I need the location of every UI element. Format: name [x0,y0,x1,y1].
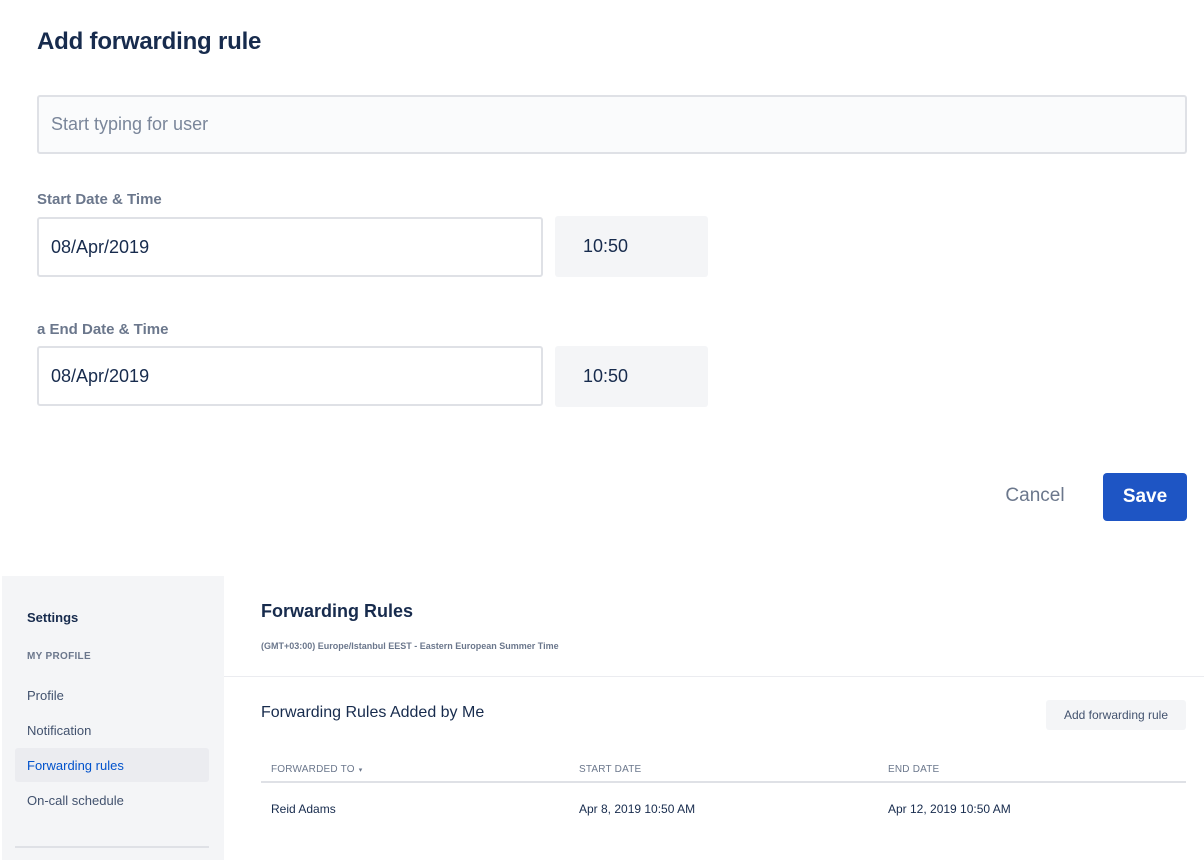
column-header-forwarded-to[interactable]: FORWARDED TO ▾ [271,764,362,775]
sidebar-item-profile[interactable]: Profile [15,678,209,712]
sidebar-item-label: On-call schedule [27,792,124,808]
sidebar-item-notification[interactable]: Notification [15,713,209,747]
end-time-field[interactable]: 10:50 [555,346,708,407]
start-date-input[interactable] [37,217,543,277]
user-search-input[interactable] [37,95,1187,154]
cell-start-date: Apr 8, 2019 10:50 AM [579,802,696,816]
section-title: Forwarding Rules Added by Me [261,704,485,721]
sort-caret-down-icon: ▾ [358,766,363,774]
end-date-input[interactable] [37,346,543,406]
column-header-end-date: END DATE [888,764,940,775]
sidebar-item-on-call-schedule[interactable]: On-call schedule [15,783,209,817]
add-forwarding-rule-button[interactable]: Add forwarding rule [1046,700,1186,730]
timezone-label: (GMT+03:00) Europe/Istanbul EEST - Easte… [261,641,559,651]
start-date-time-label: Start Date & Time [37,191,162,208]
settings-sidebar: Settings MY PROFILE Profile Notification… [2,576,224,860]
page-title: Forwarding Rules [261,601,414,621]
column-header-label: FORWARDED TO [271,764,355,775]
save-button[interactable]: Save [1103,473,1187,521]
cell-end-date: Apr 12, 2019 10:50 AM [888,802,1011,816]
sidebar-heading: Settings [27,610,79,625]
start-time-field[interactable]: 10:50 [555,216,708,277]
table-header-divider [261,781,1186,783]
dialog-title: Add forwarding rule [37,28,262,55]
cancel-button[interactable]: Cancel [990,473,1080,519]
column-header-start-date: START DATE [579,764,642,775]
sidebar-item-label: Notification [27,722,92,738]
sidebar-item-label: Profile [27,687,64,703]
end-date-time-label: a End Date & Time [37,321,169,338]
header-divider [224,676,1204,677]
sidebar-item-label: Forwarding rules [27,757,124,773]
cell-forwarded-to: Reid Adams [271,802,336,816]
sidebar-section-label: MY PROFILE [27,651,91,662]
sidebar-item-forwarding-rules[interactable]: Forwarding rules [15,748,209,782]
sidebar-divider [15,846,209,848]
